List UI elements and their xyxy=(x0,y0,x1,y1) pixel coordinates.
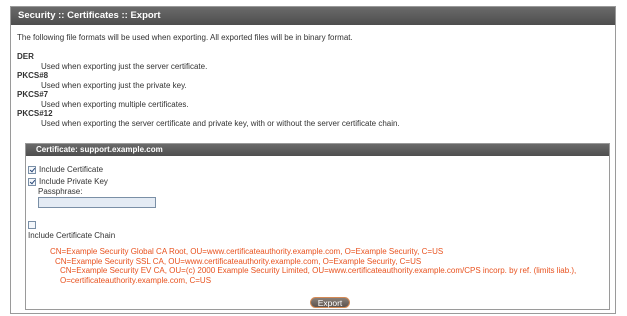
include-certificate-row: Include Certificate xyxy=(28,165,103,174)
format-pkcs7: PKCS#7 Used when exporting multiple cert… xyxy=(17,90,607,109)
format-pkcs8: PKCS#8 Used when exporting just the priv… xyxy=(17,71,607,90)
certificate-panel: Certificate: support.example.com Include… xyxy=(25,143,610,310)
include-certificate-checkbox[interactable] xyxy=(28,165,36,174)
format-name: DER xyxy=(17,52,34,61)
intro-text: The following file formats will be used … xyxy=(17,33,353,42)
export-panel: Security :: Certificates :: Export The f… xyxy=(10,6,616,314)
format-der: DER Used when exporting just the server … xyxy=(17,52,607,71)
include-private-key-row: Include Private Key xyxy=(28,177,108,186)
include-chain-row xyxy=(28,221,39,229)
format-name: PKCS#12 xyxy=(17,109,53,118)
include-chain-checkbox[interactable] xyxy=(28,221,36,229)
chain-entry: CN=Example Security EV CA, OU=(c) 2000 E… xyxy=(60,266,577,275)
chain-entry: CN=Example Security Global CA Root, OU=w… xyxy=(50,247,444,256)
include-private-key-label: Include Private Key xyxy=(39,177,108,186)
chain-entry: O=certificateauthority.example.com, C=US xyxy=(60,275,212,285)
format-description: Used when exporting the server certifica… xyxy=(41,118,400,128)
certificate-header: Certificate: support.example.com xyxy=(26,144,609,156)
format-pkcs12: PKCS#12 Used when exporting the server c… xyxy=(17,109,607,128)
chain-entry: CN=Example Security SSL CA, OU=www.certi… xyxy=(55,256,422,266)
export-button[interactable]: Export xyxy=(310,297,350,308)
include-private-key-checkbox[interactable] xyxy=(28,177,36,186)
passphrase-label: Passphrase: xyxy=(38,187,83,196)
format-description: Used when exporting just the private key… xyxy=(41,80,187,90)
page-title: Security :: Certificates :: Export xyxy=(11,7,615,25)
include-certificate-label: Include Certificate xyxy=(39,165,104,174)
format-description: Used when exporting just the server cert… xyxy=(41,61,208,71)
certificate-chain: CN=Example Security Global CA Root, OU=w… xyxy=(26,247,606,285)
format-description: Used when exporting multiple certificate… xyxy=(41,99,189,109)
passphrase-input[interactable] xyxy=(38,197,156,208)
include-chain-label: Include Certificate Chain xyxy=(28,231,116,240)
format-name: PKCS#7 xyxy=(17,90,49,99)
format-list: DER Used when exporting just the server … xyxy=(17,52,607,128)
format-name: PKCS#8 xyxy=(17,71,49,80)
